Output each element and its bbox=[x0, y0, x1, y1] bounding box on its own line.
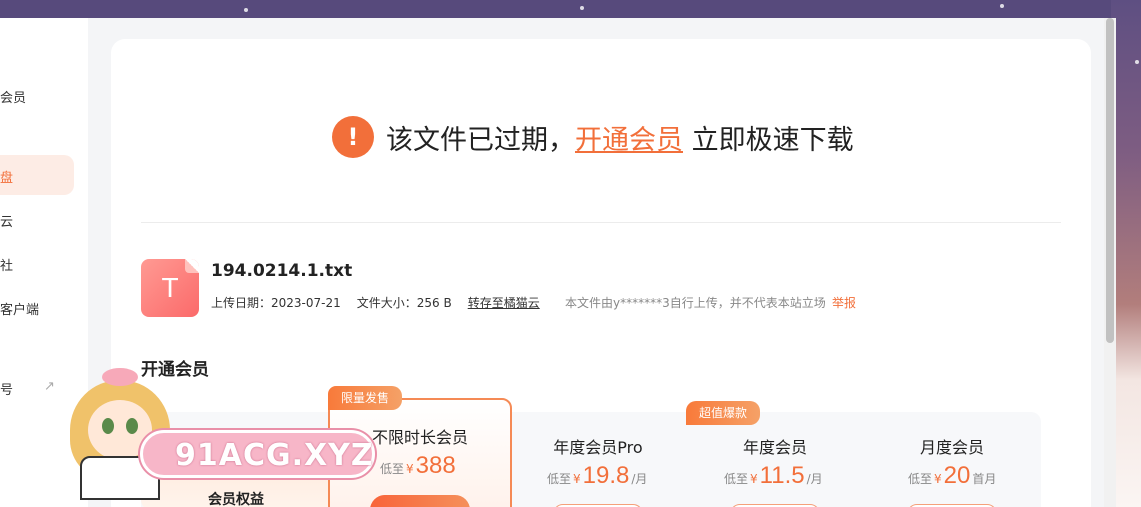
report-link[interactable]: 举报 bbox=[832, 294, 856, 311]
plan-name[interactable]: 年度会员Pro bbox=[548, 434, 648, 458]
price-amount: 19.8 bbox=[582, 462, 630, 489]
currency-symbol: ¥ bbox=[573, 472, 581, 486]
open-membership-link[interactable]: 开通会员 bbox=[575, 125, 683, 156]
currency-symbol: ¥ bbox=[934, 472, 942, 486]
sidebar-item-cloud[interactable]: 云 bbox=[0, 211, 13, 230]
currency-symbol: ¥ bbox=[406, 462, 414, 476]
plan-name[interactable]: 月度会员 bbox=[902, 434, 1002, 458]
expired-text-after: 立即极速下载 bbox=[683, 124, 854, 156]
file-icon-letter: T bbox=[161, 272, 179, 303]
sidebar-item-membership[interactable]: 会员 bbox=[0, 87, 26, 106]
price-suffix: 首月 bbox=[972, 472, 997, 486]
plan-price: 低至 ¥ 11.5 /月 bbox=[724, 462, 823, 490]
plan-name[interactable]: 年度会员 bbox=[725, 434, 825, 458]
sidebar-item-community[interactable]: 社 bbox=[0, 255, 13, 274]
sidebar-item-account[interactable]: 号 bbox=[0, 379, 13, 398]
mascot-eye bbox=[126, 418, 138, 434]
file-fold-corner bbox=[185, 259, 199, 273]
sidebar-item-drive[interactable]: 盘 bbox=[0, 167, 13, 186]
plan-price: 低至 ¥ 388 bbox=[380, 452, 456, 480]
file-name: 194.0214.1.txt bbox=[211, 261, 353, 281]
price-prefix: 低至 bbox=[908, 472, 933, 486]
best-value-badge: 超值爆款 bbox=[686, 401, 761, 425]
file-size: 文件大小：256 B bbox=[356, 296, 452, 310]
txt-file-icon: T bbox=[141, 259, 199, 317]
snow-dot bbox=[1000, 4, 1004, 8]
scrollbar-thumb[interactable] bbox=[1106, 18, 1114, 343]
price-amount: 20 bbox=[943, 462, 971, 489]
mascot-bow bbox=[102, 368, 138, 386]
price-suffix: /月 bbox=[806, 472, 823, 486]
price-amount: 388 bbox=[415, 452, 456, 479]
expired-text: 该文件已过期， bbox=[386, 124, 575, 156]
price-suffix: /月 bbox=[631, 472, 648, 486]
upload-date: 上传日期：2023-07-21 bbox=[211, 296, 341, 310]
price-prefix: 低至 bbox=[547, 472, 572, 486]
buy-button-lifetime[interactable] bbox=[370, 495, 470, 507]
plan-name: 不限时长会员 bbox=[371, 428, 468, 447]
expired-notice: ! 该文件已过期，开通会员 立即极速下载 bbox=[332, 116, 854, 158]
uploader-notice: 本文件由y*******3自行上传，并不代表本站立场 bbox=[565, 296, 826, 310]
watermark-text: 91ACG.XYZ bbox=[175, 438, 374, 473]
snow-dot bbox=[580, 6, 584, 10]
warning-icon: ! bbox=[332, 116, 374, 158]
price-amount: 11.5 bbox=[759, 462, 805, 489]
watermark-mascot: 91ACG.XYZ bbox=[30, 360, 375, 500]
sidebar-item-client[interactable]: 客户端 bbox=[0, 299, 39, 318]
plan-price: 低至 ¥ 20 首月 bbox=[908, 462, 996, 490]
save-to-cloud-link[interactable]: 转存至橘猫云 bbox=[468, 294, 540, 311]
divider bbox=[141, 222, 1061, 223]
snow-dot bbox=[1135, 60, 1139, 64]
snow-dot bbox=[244, 8, 248, 12]
price-prefix: 低至 bbox=[724, 472, 749, 486]
currency-symbol: ¥ bbox=[750, 472, 758, 486]
price-prefix: 低至 bbox=[380, 462, 405, 476]
plan-price: 低至 ¥ 19.8 /月 bbox=[547, 462, 647, 490]
window-top-strip bbox=[0, 0, 1141, 18]
file-meta: 上传日期：2023-07-21 文件大小：256 B 转存至橘猫云 bbox=[211, 294, 540, 311]
mascot-eye bbox=[102, 418, 114, 434]
